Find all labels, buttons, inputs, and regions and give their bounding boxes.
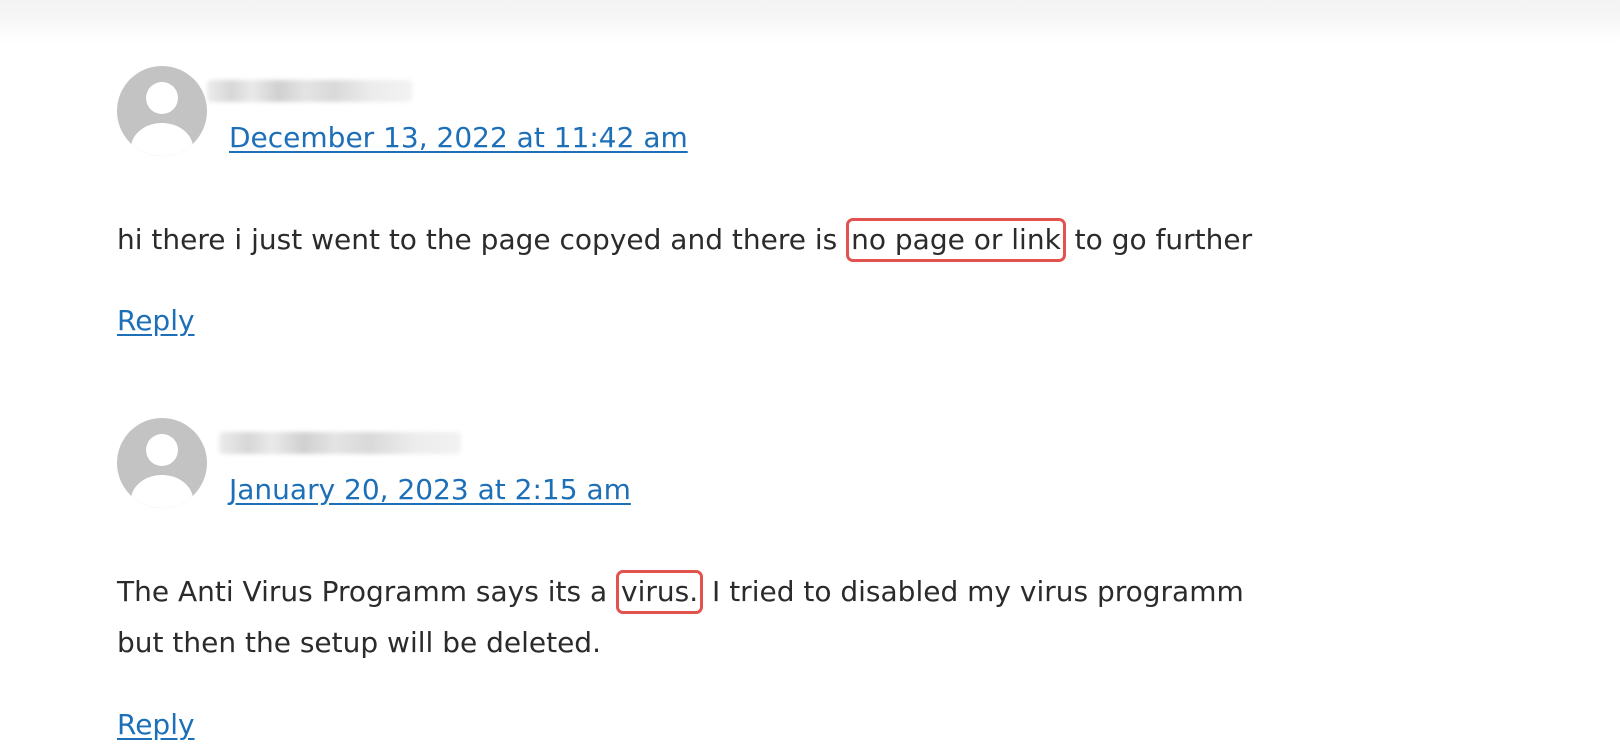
highlighted-text: no page or link	[846, 218, 1066, 262]
comment-text-after: I tried to disabled my virus programm	[703, 575, 1244, 608]
comment-text: The Anti Virus Programm says its a virus…	[117, 566, 1244, 617]
header-shadow	[0, 0, 1620, 44]
comment-date-link[interactable]: January 20, 2023 at 2:15 am	[229, 473, 631, 506]
comment-text: hi there i just went to the page copyed …	[117, 214, 1252, 265]
comment-text-after: to go further	[1065, 223, 1253, 256]
comment-text-line2: but then the setup will be deleted.	[117, 626, 601, 659]
comment-text-before: The Anti Virus Programm says its a	[117, 575, 617, 608]
author-name-redacted	[219, 432, 461, 454]
author-name-redacted	[207, 80, 412, 102]
comment-date-link[interactable]: December 13, 2022 at 11:42 am	[229, 121, 688, 154]
reply-link[interactable]: Reply	[117, 708, 195, 741]
avatar-placeholder-icon	[117, 418, 207, 508]
highlighted-text: virus.	[616, 570, 704, 614]
reply-link[interactable]: Reply	[117, 304, 195, 337]
avatar-placeholder-icon	[117, 66, 207, 156]
comment-text-before: hi there i just went to the page copyed …	[117, 223, 847, 256]
